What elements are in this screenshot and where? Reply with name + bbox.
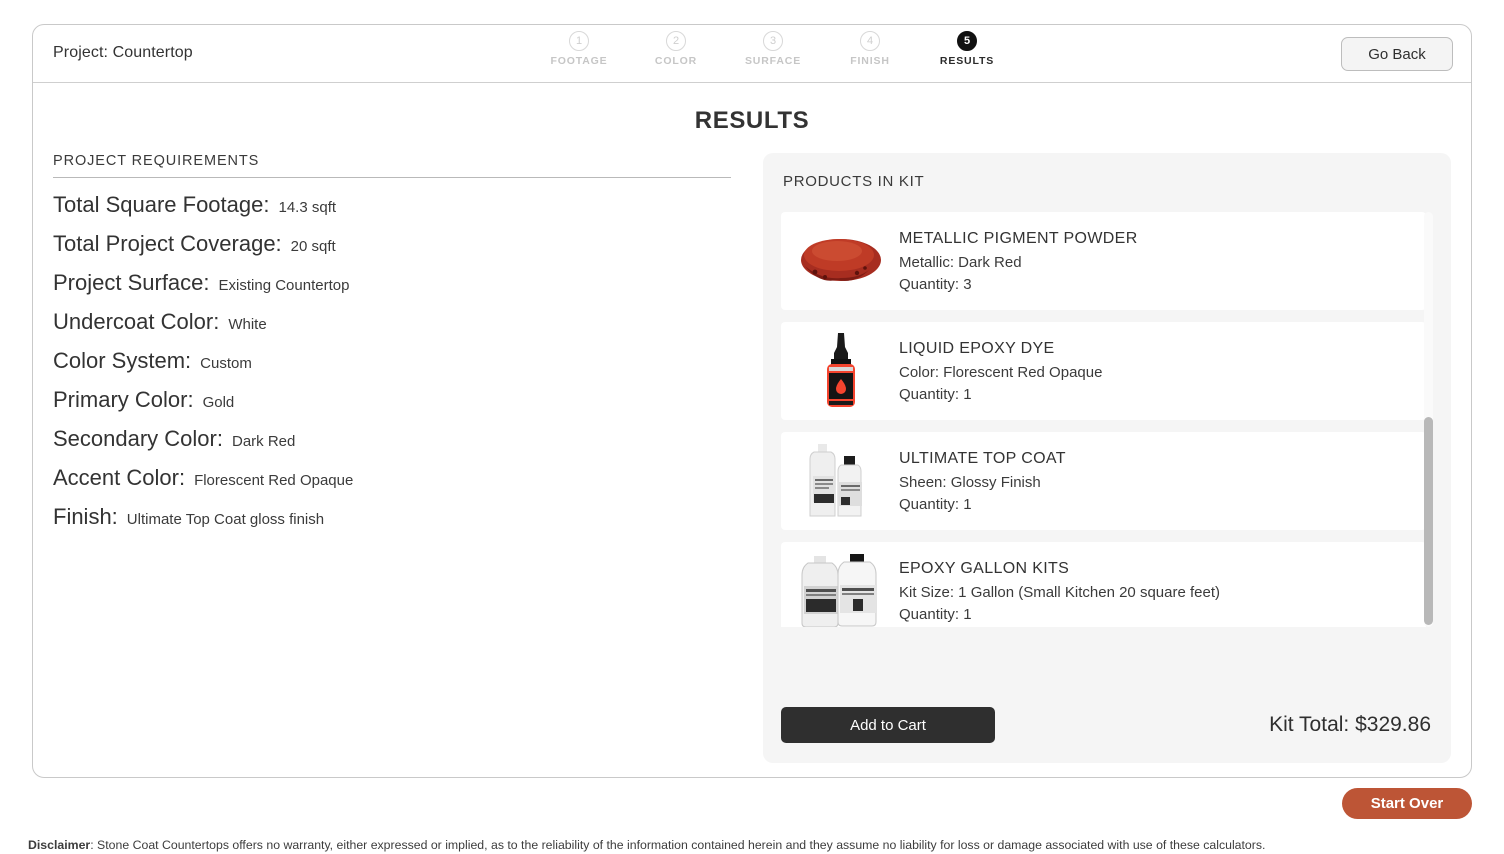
disclaimer-text: : Stone Coat Countertops offers no warra… <box>90 838 1266 852</box>
requirement-value: 14.3 sqft <box>278 199 337 216</box>
step-footage-number: 1 <box>569 31 589 51</box>
step-results-label: RESULTS <box>939 55 995 67</box>
step-footage-label: FOOTAGE <box>550 55 608 67</box>
step-finish[interactable]: 4 FINISH <box>824 31 916 67</box>
requirement-value: 20 sqft <box>290 238 336 255</box>
requirement-row: Primary Color: Gold <box>53 387 741 413</box>
project-requirements-heading: PROJECT REQUIREMENTS <box>53 153 731 178</box>
requirement-row: Color System: Custom <box>53 348 741 374</box>
requirement-label: Total Square Footage: <box>53 192 270 217</box>
requirement-label: Total Project Coverage: <box>53 231 282 256</box>
requirement-row: Accent Color: Florescent Red Opaque <box>53 465 741 491</box>
kit-panel-wrapper: PRODUCTS IN KIT METALLIC PIGMENT POWDER … <box>763 153 1451 763</box>
product-attribute: Sheen: Glossy Finish <box>899 473 1041 491</box>
products-in-kit-heading: PRODUCTS IN KIT <box>783 173 925 190</box>
product-list: METALLIC PIGMENT POWDER Metallic: Dark R… <box>781 212 1433 627</box>
step-surface-number: 3 <box>763 31 783 51</box>
project-requirements-panel: PROJECT REQUIREMENTS Total Square Footag… <box>53 153 741 763</box>
disclaimer: Disclaimer: Stone Coat Countertops offer… <box>28 838 1448 854</box>
step-finish-label: FINISH <box>850 55 890 67</box>
kit-footer: Add to Cart Kit Total: $329.86 <box>781 707 1433 743</box>
product-name: ULTIMATE TOP COAT <box>899 449 1066 467</box>
dye-bottle-icon <box>795 330 887 412</box>
product-info: METALLIC PIGMENT POWDER Metallic: Dark R… <box>899 230 1138 293</box>
requirement-value: Custom <box>200 355 252 372</box>
product-card[interactable]: METALLIC PIGMENT POWDER Metallic: Dark R… <box>781 212 1426 310</box>
go-back-button[interactable]: Go Back <box>1341 37 1453 71</box>
requirement-label: Project Surface: <box>53 270 210 295</box>
products-in-kit-panel: PRODUCTS IN KIT METALLIC PIGMENT POWDER … <box>763 153 1451 763</box>
disclaimer-bold-label: Disclaimer <box>28 838 91 852</box>
step-finish-number: 4 <box>860 31 880 51</box>
top-bar: Project: Countertop 1 FOOTAGE 2 COLOR 3 … <box>33 25 1471 83</box>
requirement-row: Project Surface: Existing Countertop <box>53 270 741 296</box>
requirement-row: Total Square Footage: 14.3 sqft <box>53 192 741 218</box>
results-body: PROJECT REQUIREMENTS Total Square Footag… <box>33 135 1471 763</box>
calculator-card: Project: Countertop 1 FOOTAGE 2 COLOR 3 … <box>32 24 1472 778</box>
requirement-value: Dark Red <box>231 433 296 450</box>
product-info: ULTIMATE TOP COAT Sheen: Glossy Finish Q… <box>899 450 1066 513</box>
project-title: Project: Countertop <box>53 44 193 61</box>
requirement-label: Accent Color: <box>53 465 186 490</box>
start-over-button[interactable]: Start Over <box>1342 788 1472 819</box>
requirement-row: Secondary Color: Dark Red <box>53 426 741 452</box>
product-quantity: Quantity: 3 <box>899 275 972 293</box>
requirement-value: Gold <box>202 394 235 411</box>
requirement-label: Undercoat Color: <box>53 309 220 334</box>
requirement-row: Finish: Ultimate Top Coat gloss finish <box>53 504 741 530</box>
product-name: EPOXY GALLON KITS <box>899 559 1070 577</box>
requirement-label: Color System: <box>53 348 192 373</box>
product-info: EPOXY GALLON KITS Kit Size: 1 Gallon (Sm… <box>899 560 1220 623</box>
product-quantity: Quantity: 1 <box>899 385 972 403</box>
requirement-value: Florescent Red Opaque <box>194 472 354 489</box>
page-title: RESULTS <box>694 107 810 134</box>
product-attribute: Color: Florescent Red Opaque <box>899 363 1103 381</box>
requirement-value: White <box>228 316 267 333</box>
requirement-value: Ultimate Top Coat gloss finish <box>126 511 325 528</box>
product-attribute: Metallic: Dark Red <box>899 253 1022 271</box>
product-attribute: Kit Size: 1 Gallon (Small Kitchen 20 squ… <box>899 583 1220 601</box>
product-name: METALLIC PIGMENT POWDER <box>899 229 1138 247</box>
step-footage[interactable]: 1 FOOTAGE <box>533 31 625 67</box>
pigment-powder-icon <box>795 220 887 302</box>
top-coat-bottles-icon <box>795 440 887 522</box>
product-info: LIQUID EPOXY DYE Color: Florescent Red O… <box>899 340 1102 403</box>
requirement-label: Secondary Color: <box>53 426 223 451</box>
step-surface[interactable]: 3 SURFACE <box>727 31 819 67</box>
add-to-cart-button[interactable]: Add to Cart <box>781 707 995 743</box>
requirement-row: Total Project Coverage: 20 sqft <box>53 231 741 257</box>
product-quantity: Quantity: 1 <box>899 605 972 623</box>
product-card[interactable]: LIQUID EPOXY DYE Color: Florescent Red O… <box>781 322 1426 420</box>
requirements-list: Total Square Footage: 14.3 sqft Total Pr… <box>53 192 741 530</box>
step-color[interactable]: 2 COLOR <box>630 31 722 67</box>
gallon-jugs-icon <box>795 550 887 627</box>
step-color-number: 2 <box>666 31 686 51</box>
requirement-label: Finish: <box>53 504 118 529</box>
product-card[interactable]: EPOXY GALLON KITS Kit Size: 1 Gallon (Sm… <box>781 542 1426 627</box>
step-color-label: COLOR <box>654 55 698 67</box>
step-surface-label: SURFACE <box>744 55 802 67</box>
product-list-scrollbar[interactable] <box>1424 212 1433 627</box>
step-progress-nav: 1 FOOTAGE 2 COLOR 3 SURFACE 4 FINISH 5 R… <box>533 31 1013 67</box>
product-name: LIQUID EPOXY DYE <box>899 339 1055 357</box>
requirement-row: Undercoat Color: White <box>53 309 741 335</box>
kit-total: Kit Total: $329.86 <box>1269 713 1431 736</box>
requirement-label: Primary Color: <box>53 387 194 412</box>
product-quantity: Quantity: 1 <box>899 495 972 513</box>
product-card[interactable]: ULTIMATE TOP COAT Sheen: Glossy Finish Q… <box>781 432 1426 530</box>
step-results-number: 5 <box>957 31 977 51</box>
requirement-value: Existing Countertop <box>218 277 350 294</box>
scrollbar-thumb[interactable] <box>1424 417 1433 625</box>
step-results[interactable]: 5 RESULTS <box>921 31 1013 67</box>
